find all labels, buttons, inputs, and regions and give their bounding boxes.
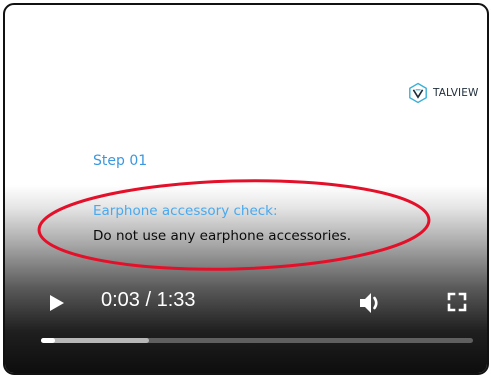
check-body: Do not use any earphone accessories. [93,228,351,244]
brand-name: TALVIEW [433,87,479,99]
step-label: Step 01 [93,153,148,169]
progress-bar[interactable] [41,338,473,343]
play-button[interactable] [43,290,69,316]
progress-played [41,338,55,343]
brand-watermark: TALVIEW [407,81,478,105]
progress-buffered [41,338,149,343]
volume-icon [360,293,378,313]
fullscreen-button[interactable] [444,289,470,315]
video-player[interactable]: TALVIEW Step 01 Earphone accessory check… [3,3,489,375]
time-display: 0:03 / 1:33 [101,289,196,311]
player-controls: 0:03 / 1:33 [5,273,487,333]
volume-button[interactable] [355,288,385,318]
play-icon [50,295,64,311]
talview-logo-icon [409,82,427,104]
fullscreen-icon [447,292,467,312]
check-title: Earphone accessory check: [93,203,278,219]
